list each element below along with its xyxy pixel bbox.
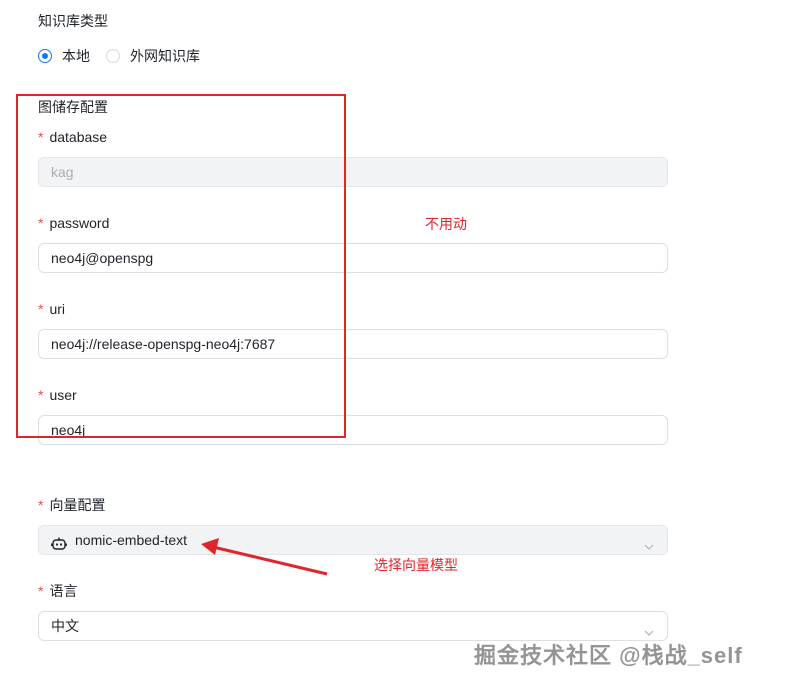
annotation-arrow-icon — [201, 538, 328, 576]
chevron-down-icon — [643, 620, 655, 636]
vector-model-value: nomic-embed-text — [75, 532, 188, 548]
language-label: * 语言 — [38, 583, 78, 599]
annotation-no-change: 不用动 — [425, 216, 467, 232]
radio-unchecked-icon — [106, 49, 120, 63]
language-value: 中文 — [51, 618, 79, 634]
chevron-down-icon — [643, 534, 655, 550]
radio-checked-icon — [38, 49, 52, 63]
required-mark: * — [38, 497, 44, 513]
annotation-box — [16, 94, 346, 438]
vector-model-select[interactable]: nomic-embed-text — [38, 525, 668, 555]
annotation-select-model: 选择向量模型 — [374, 557, 458, 573]
vector-config-label: * 向量配置 — [38, 497, 106, 513]
language-select[interactable]: 中文 — [38, 611, 668, 641]
watermark: 掘金技术社区 @栈战_self — [474, 643, 743, 668]
radio-external[interactable]: 外网知识库 — [106, 46, 216, 66]
kb-type-title: 知识库类型 — [38, 13, 108, 29]
required-mark: * — [38, 583, 44, 599]
robot-icon — [51, 533, 67, 550]
radio-local-label: 本地 — [62, 48, 90, 64]
radio-external-label: 外网知识库 — [130, 48, 200, 64]
